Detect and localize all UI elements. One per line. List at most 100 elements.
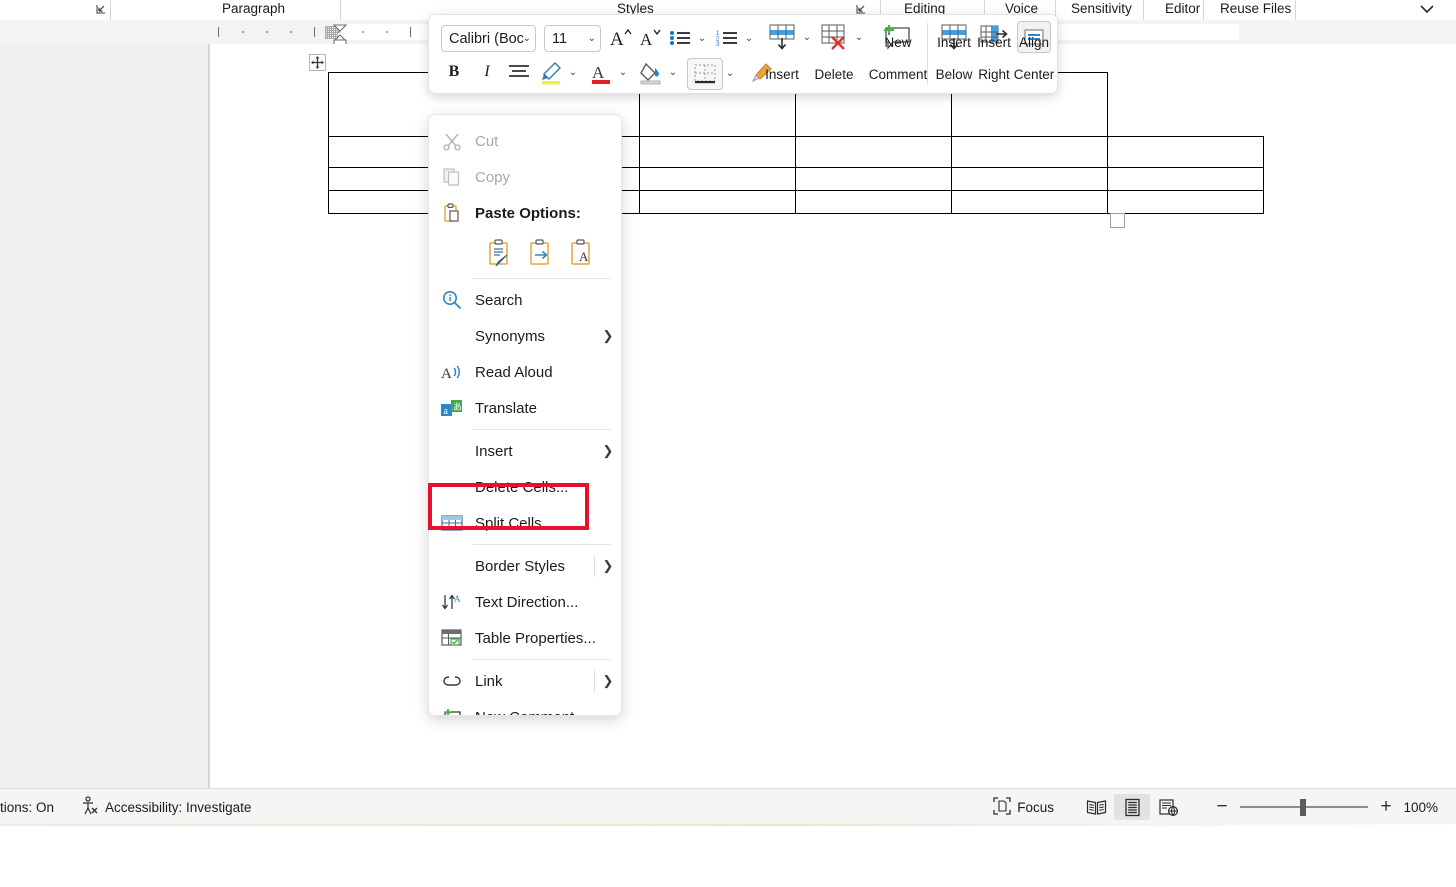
new-comment-label-line2[interactable]: Comment — [859, 67, 937, 82]
align-center-label-line2[interactable]: Center — [1011, 67, 1057, 82]
numbering-dropdown[interactable]: ⌄ — [740, 25, 758, 51]
table-cell[interactable] — [640, 168, 796, 191]
context-menu[interactable]: Cut Copy Paste Options: — [428, 114, 622, 716]
align-center-label-line1[interactable]: Align — [1011, 35, 1057, 50]
context-menu-item-insert[interactable]: Insert ❯ — [429, 433, 621, 469]
context-menu-item-text-direction-label: Text Direction... — [475, 594, 621, 611]
borders-dropdown[interactable]: ⌄ — [721, 58, 739, 88]
paste-keep-source-formatting-icon[interactable] — [487, 238, 513, 268]
chevron-right-icon: ❯ — [595, 328, 621, 344]
font-color-dropdown[interactable]: ⌄ — [614, 59, 632, 85]
ribbon-group-sensitivity: Sensitivity — [1071, 1, 1132, 16]
context-menu-separator — [473, 544, 611, 545]
bottom-strip — [0, 824, 1456, 887]
table-cell[interactable] — [1108, 137, 1264, 168]
new-comment-label-line1[interactable]: New — [867, 35, 929, 50]
web-layout-button[interactable] — [1150, 794, 1186, 820]
context-menu-item-link[interactable]: Link ❯ — [429, 663, 621, 699]
font-name-combo[interactable]: Calibri (Boc ⌄ — [441, 25, 536, 52]
context-menu-item-border-styles[interactable]: Border Styles ❯ — [429, 548, 621, 584]
read-mode-button[interactable] — [1078, 794, 1114, 820]
grow-font-button[interactable]: A — [607, 25, 635, 51]
zoom-in-button[interactable]: + — [1378, 798, 1394, 816]
shading-button[interactable] — [637, 59, 665, 87]
paste-options-row[interactable]: A — [429, 231, 621, 275]
table-cell[interactable] — [952, 168, 1108, 191]
zoom-percent-label[interactable]: 100% — [1394, 800, 1438, 815]
bullets-dropdown[interactable]: ⌄ — [693, 25, 711, 51]
new-comment-icon — [429, 699, 475, 716]
table-cell[interactable] — [1108, 191, 1264, 214]
context-menu-item-delete-cells[interactable]: Delete Cells... — [429, 469, 621, 505]
context-menu-item-translate[interactable]: a あ Translate — [429, 390, 621, 426]
context-menu-item-copy-label: Copy — [475, 169, 621, 186]
table-cell[interactable] — [952, 191, 1108, 214]
context-menu-item-delete-cells-label: Delete Cells... — [475, 479, 621, 496]
table-cell[interactable] — [640, 137, 796, 168]
highlighter-button[interactable] — [537, 59, 565, 87]
table-resize-handle[interactable] — [1110, 213, 1125, 228]
paste-text-only-icon[interactable]: A — [569, 238, 595, 268]
table-cell[interactable] — [1108, 168, 1264, 191]
chevron-down-icon[interactable] — [1416, 2, 1438, 16]
bullets-button[interactable] — [667, 25, 693, 51]
chevron-right-icon: ❯ — [594, 670, 621, 692]
paragraph-dialog-launcher-left[interactable] — [95, 3, 108, 16]
paste-options-label: Paste Options: — [475, 205, 621, 222]
paragraph-styles-button[interactable] — [506, 59, 532, 85]
navigation-pane[interactable] — [0, 44, 209, 788]
context-menu-item-new-comment[interactable]: New Comment — [429, 699, 621, 716]
table-cell[interactable] — [796, 168, 952, 191]
insert-cells-icon-button[interactable] — [765, 21, 799, 53]
insert-label[interactable]: Insert — [759, 67, 805, 82]
no-icon — [429, 318, 475, 354]
ruler-tick — [314, 27, 315, 37]
context-menu-item-search[interactable]: Search — [429, 282, 621, 318]
table-cell[interactable] — [796, 137, 952, 168]
print-layout-button[interactable] — [1114, 794, 1150, 820]
shading-dropdown[interactable]: ⌄ — [664, 59, 682, 85]
italic-button[interactable]: I — [474, 59, 500, 85]
zoom-out-button[interactable]: − — [1214, 798, 1230, 816]
table-properties-icon — [429, 620, 475, 656]
context-menu-item-split-cells[interactable]: Split Cells... — [429, 505, 621, 541]
focus-label: Focus — [1017, 800, 1054, 815]
focus-button[interactable]: Focus — [993, 797, 1054, 818]
table-cell[interactable] — [796, 191, 952, 214]
paste-merge-formatting-icon[interactable] — [528, 238, 554, 268]
delete-dropdown[interactable]: ⌄ — [851, 21, 867, 53]
shrink-font-button[interactable]: A — [637, 25, 665, 51]
numbering-button[interactable]: 1 2 3 — [714, 25, 740, 51]
font-size-combo[interactable]: 11 ⌄ — [544, 25, 601, 52]
text-direction-icon: A — [429, 584, 475, 620]
delete-label[interactable]: Delete — [811, 67, 857, 82]
table-cell[interactable] — [952, 137, 1108, 168]
status-bar[interactable]: tions: On Accessibility: Investigate Foc… — [0, 788, 1456, 825]
borders-button[interactable] — [687, 58, 723, 90]
table-cell[interactable] — [640, 191, 796, 214]
accessibility-status[interactable]: Accessibility: Investigate — [80, 796, 251, 818]
scissors-icon — [429, 123, 475, 159]
chevron-right-icon: ❯ — [595, 443, 621, 459]
font-color-button[interactable]: A — [587, 59, 615, 87]
highlight-dropdown[interactable]: ⌄ — [564, 59, 582, 85]
zoom-slider-thumb[interactable] — [1300, 799, 1306, 816]
font-size-value: 11 — [552, 31, 588, 47]
insert-dropdown[interactable]: ⌄ — [799, 21, 815, 53]
ribbon-divider — [1143, 0, 1144, 20]
delete-cells-icon-button[interactable] — [817, 21, 851, 53]
context-menu-item-text-direction[interactable]: A Text Direction... — [429, 584, 621, 620]
mini-floating-toolbar[interactable]: Calibri (Boc ⌄ 11 ⌄ A A ⌄ — [428, 14, 1058, 94]
context-menu-item-synonyms[interactable]: Synonyms ❯ — [429, 318, 621, 354]
context-menu-item-read-aloud[interactable]: A Read Aloud — [429, 354, 621, 390]
ruler-tick — [362, 31, 364, 33]
context-menu-item-insert-label: Insert — [475, 443, 595, 460]
context-menu-item-new-comment-label: New Comment — [475, 709, 621, 717]
zoom-slider[interactable] — [1240, 798, 1368, 816]
context-menu-item-search-label: Search — [475, 292, 621, 309]
bold-button[interactable]: B — [441, 59, 467, 85]
svg-text:a: a — [444, 406, 449, 417]
track-changes-status[interactable]: tions: On — [0, 800, 54, 815]
context-menu-item-table-properties[interactable]: Table Properties... — [429, 620, 621, 656]
table-move-handle[interactable] — [309, 54, 326, 71]
